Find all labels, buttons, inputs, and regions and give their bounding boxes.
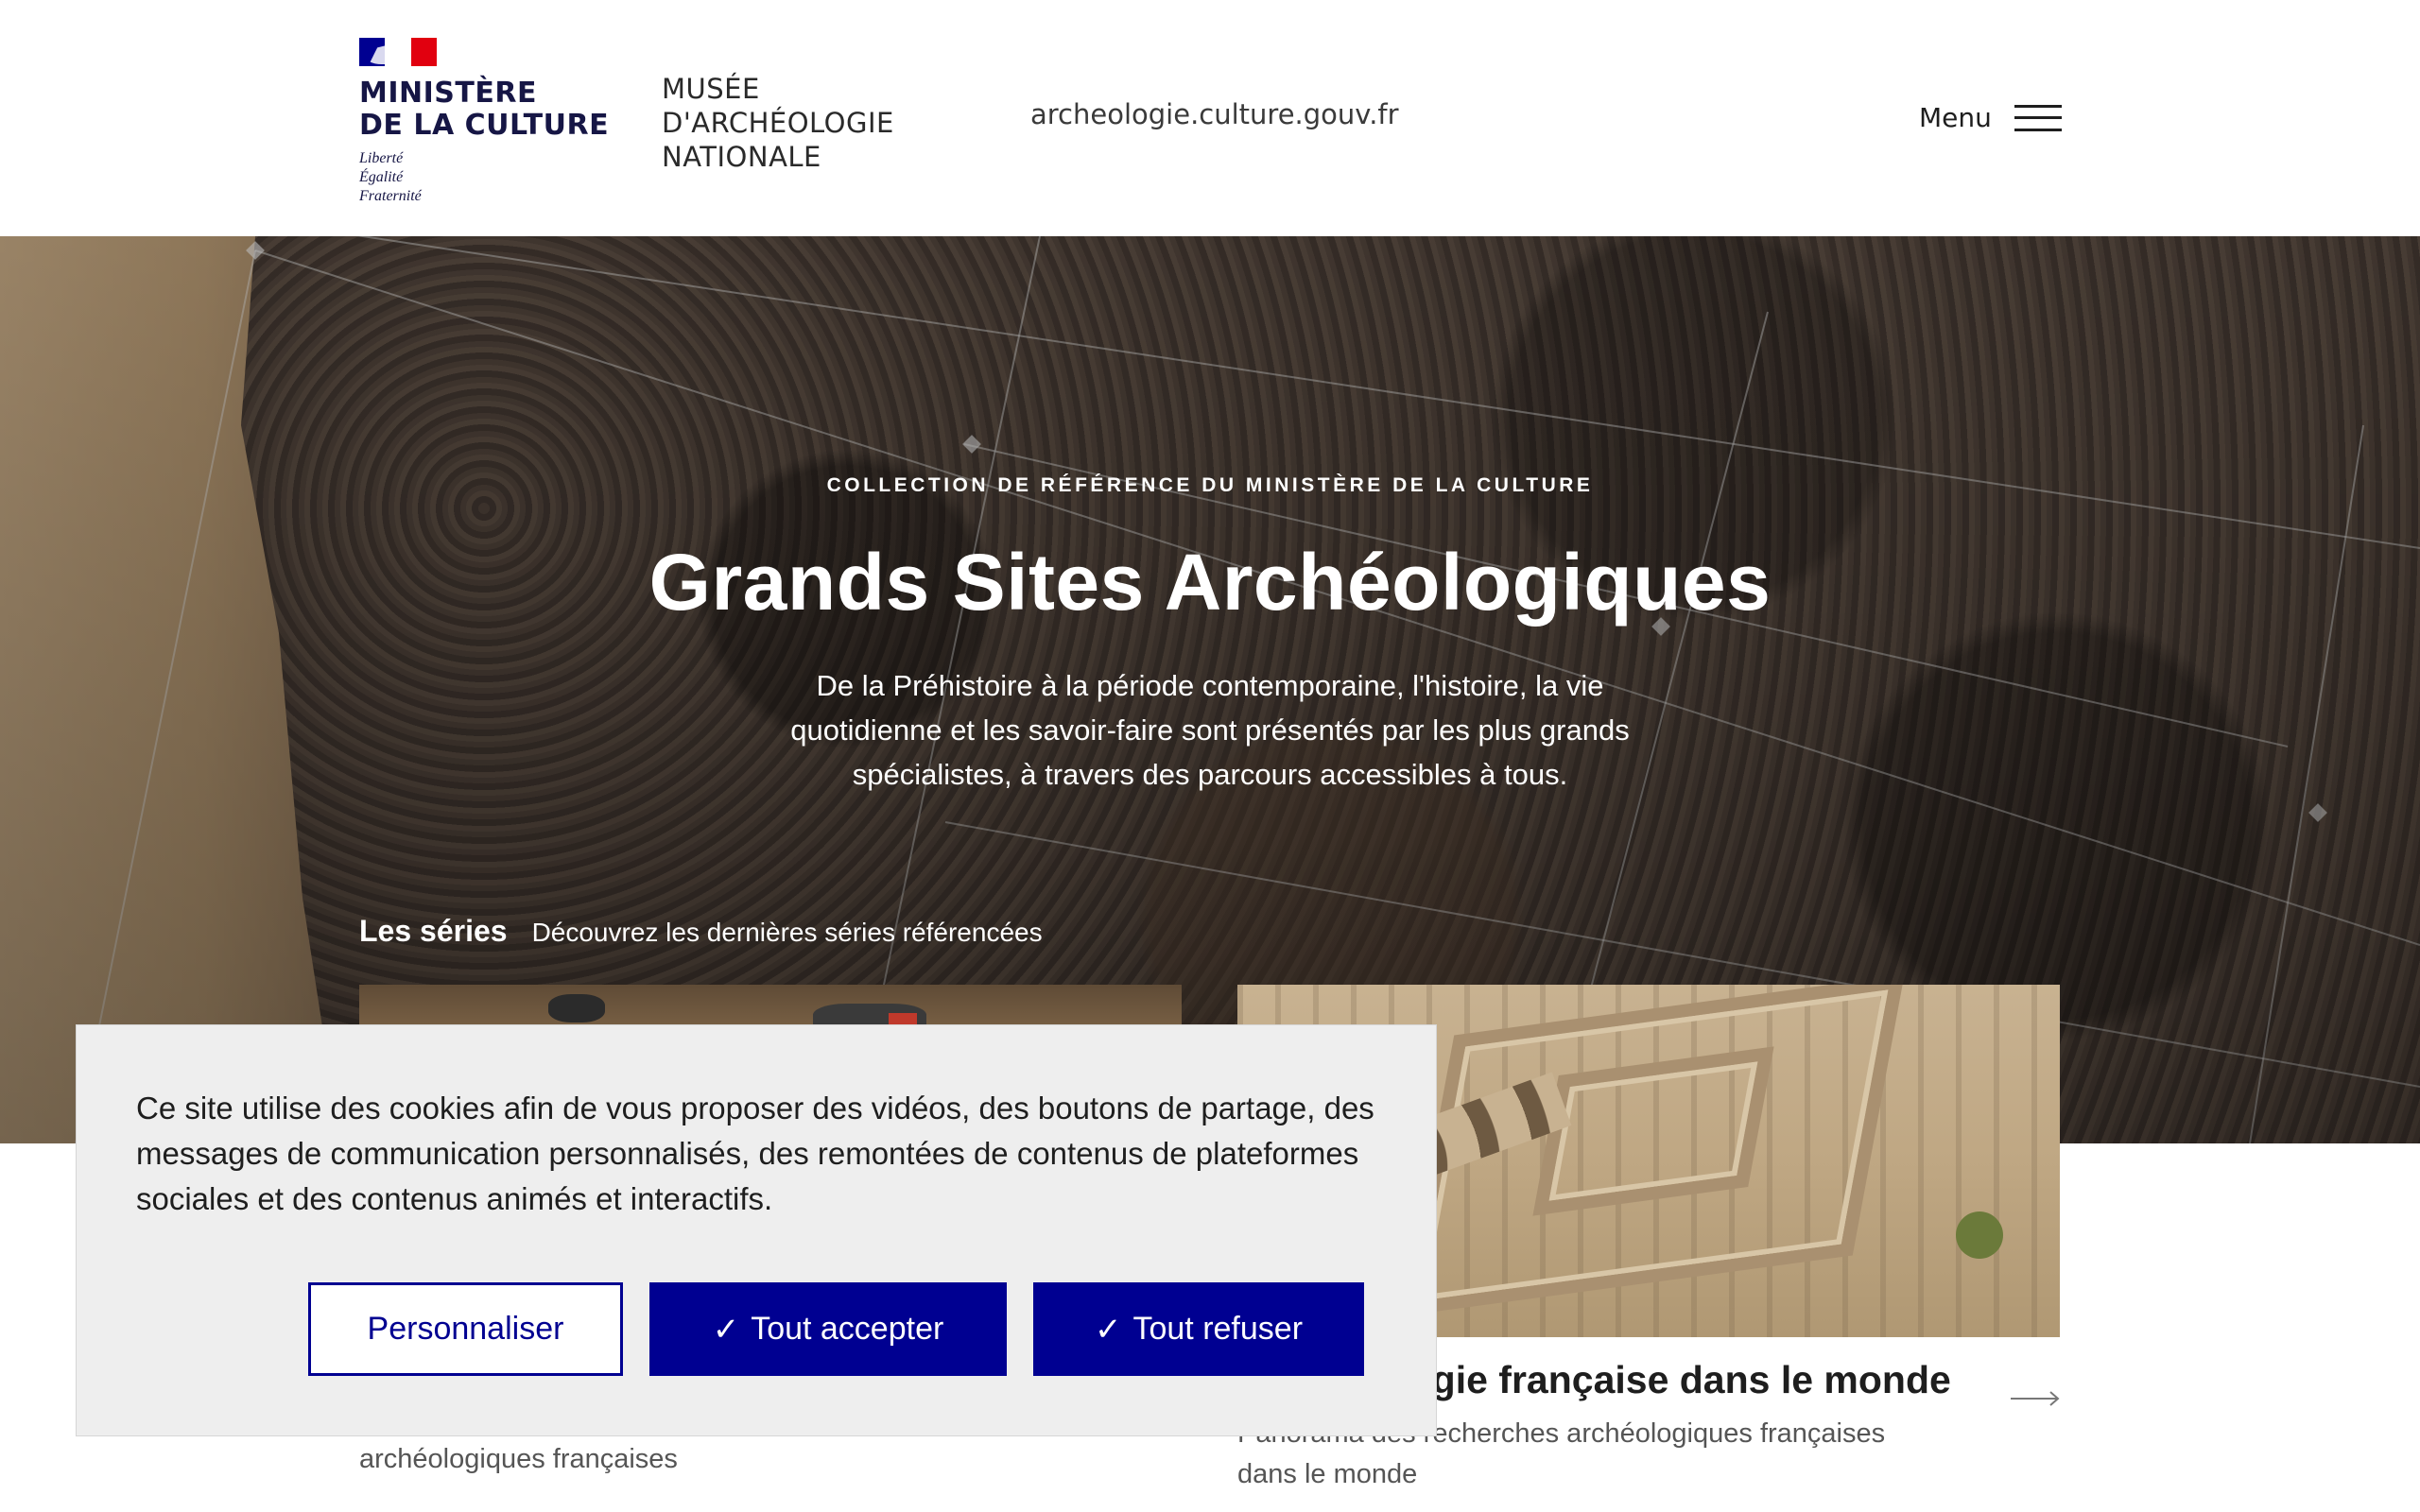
musee-archeologie-logo[interactable]: MUSÉE D'ARCHÉOLOGIE NATIONALE [662,72,894,174]
arrow-right-icon[interactable] [2011,1389,2060,1408]
accept-all-label: Tout accepter [751,1311,944,1347]
hero-eyebrow: COLLECTION DE RÉFÉRENCE DU MINISTÈRE DE … [826,474,1594,496]
gov-name-line2: DE LA CULTURE [359,109,610,142]
check-icon: ✓ [1094,1311,1122,1348]
accept-all-button[interactable]: ✓ Tout accepter [649,1282,1007,1376]
cookie-consent-banner: Ce site utilise des cookies afin de vous… [76,1024,1437,1436]
motto-fraternite: Fraternité [359,188,422,204]
menu-button[interactable]: Menu [1919,102,2062,133]
series-heading: Les séries Découvrez les dernières série… [359,914,1043,949]
museum-logo-line1: MUSÉE [662,73,760,105]
menu-label: Menu [1919,102,1992,133]
marianne-flag-icon [359,38,437,66]
hero-description: De la Préhistoire à la période contempor… [790,669,1630,791]
museum-logo-line2: D'ARCHÉOLOGIE [662,107,894,139]
museum-logo-line3: NATIONALE [662,141,821,173]
page-title: Grands Sites Archéologiques [648,538,1772,627]
cookie-actions: Personnaliser ✓ Tout accepter ✓ Tout ref… [308,1282,1364,1376]
series-title: Les séries [359,914,508,948]
customize-cookies-button[interactable]: Personnaliser [308,1282,623,1376]
gov-name-line1: MINISTÈRE [359,77,537,110]
motto-egalite: Égalité [359,169,404,185]
ministere-culture-logo[interactable]: MINISTÈRE DE LA CULTURE Liberté Égalité … [359,38,609,206]
refuse-all-button[interactable]: ✓ Tout refuser [1033,1282,1364,1376]
motto-liberte: Liberté [359,150,404,166]
hamburger-icon [2014,104,2062,131]
refuse-all-label: Tout refuser [1132,1311,1304,1347]
series-subtitle: Découvrez les dernières séries référencé… [531,918,1043,947]
site-header: MINISTÈRE DE LA CULTURE Liberté Égalité … [0,0,2420,236]
site-url-link[interactable]: archeologie.culture.gouv.fr [1030,98,1399,130]
check-icon: ✓ [712,1311,740,1348]
cookie-message: Ce site utilise des cookies afin de vous… [136,1091,1374,1216]
